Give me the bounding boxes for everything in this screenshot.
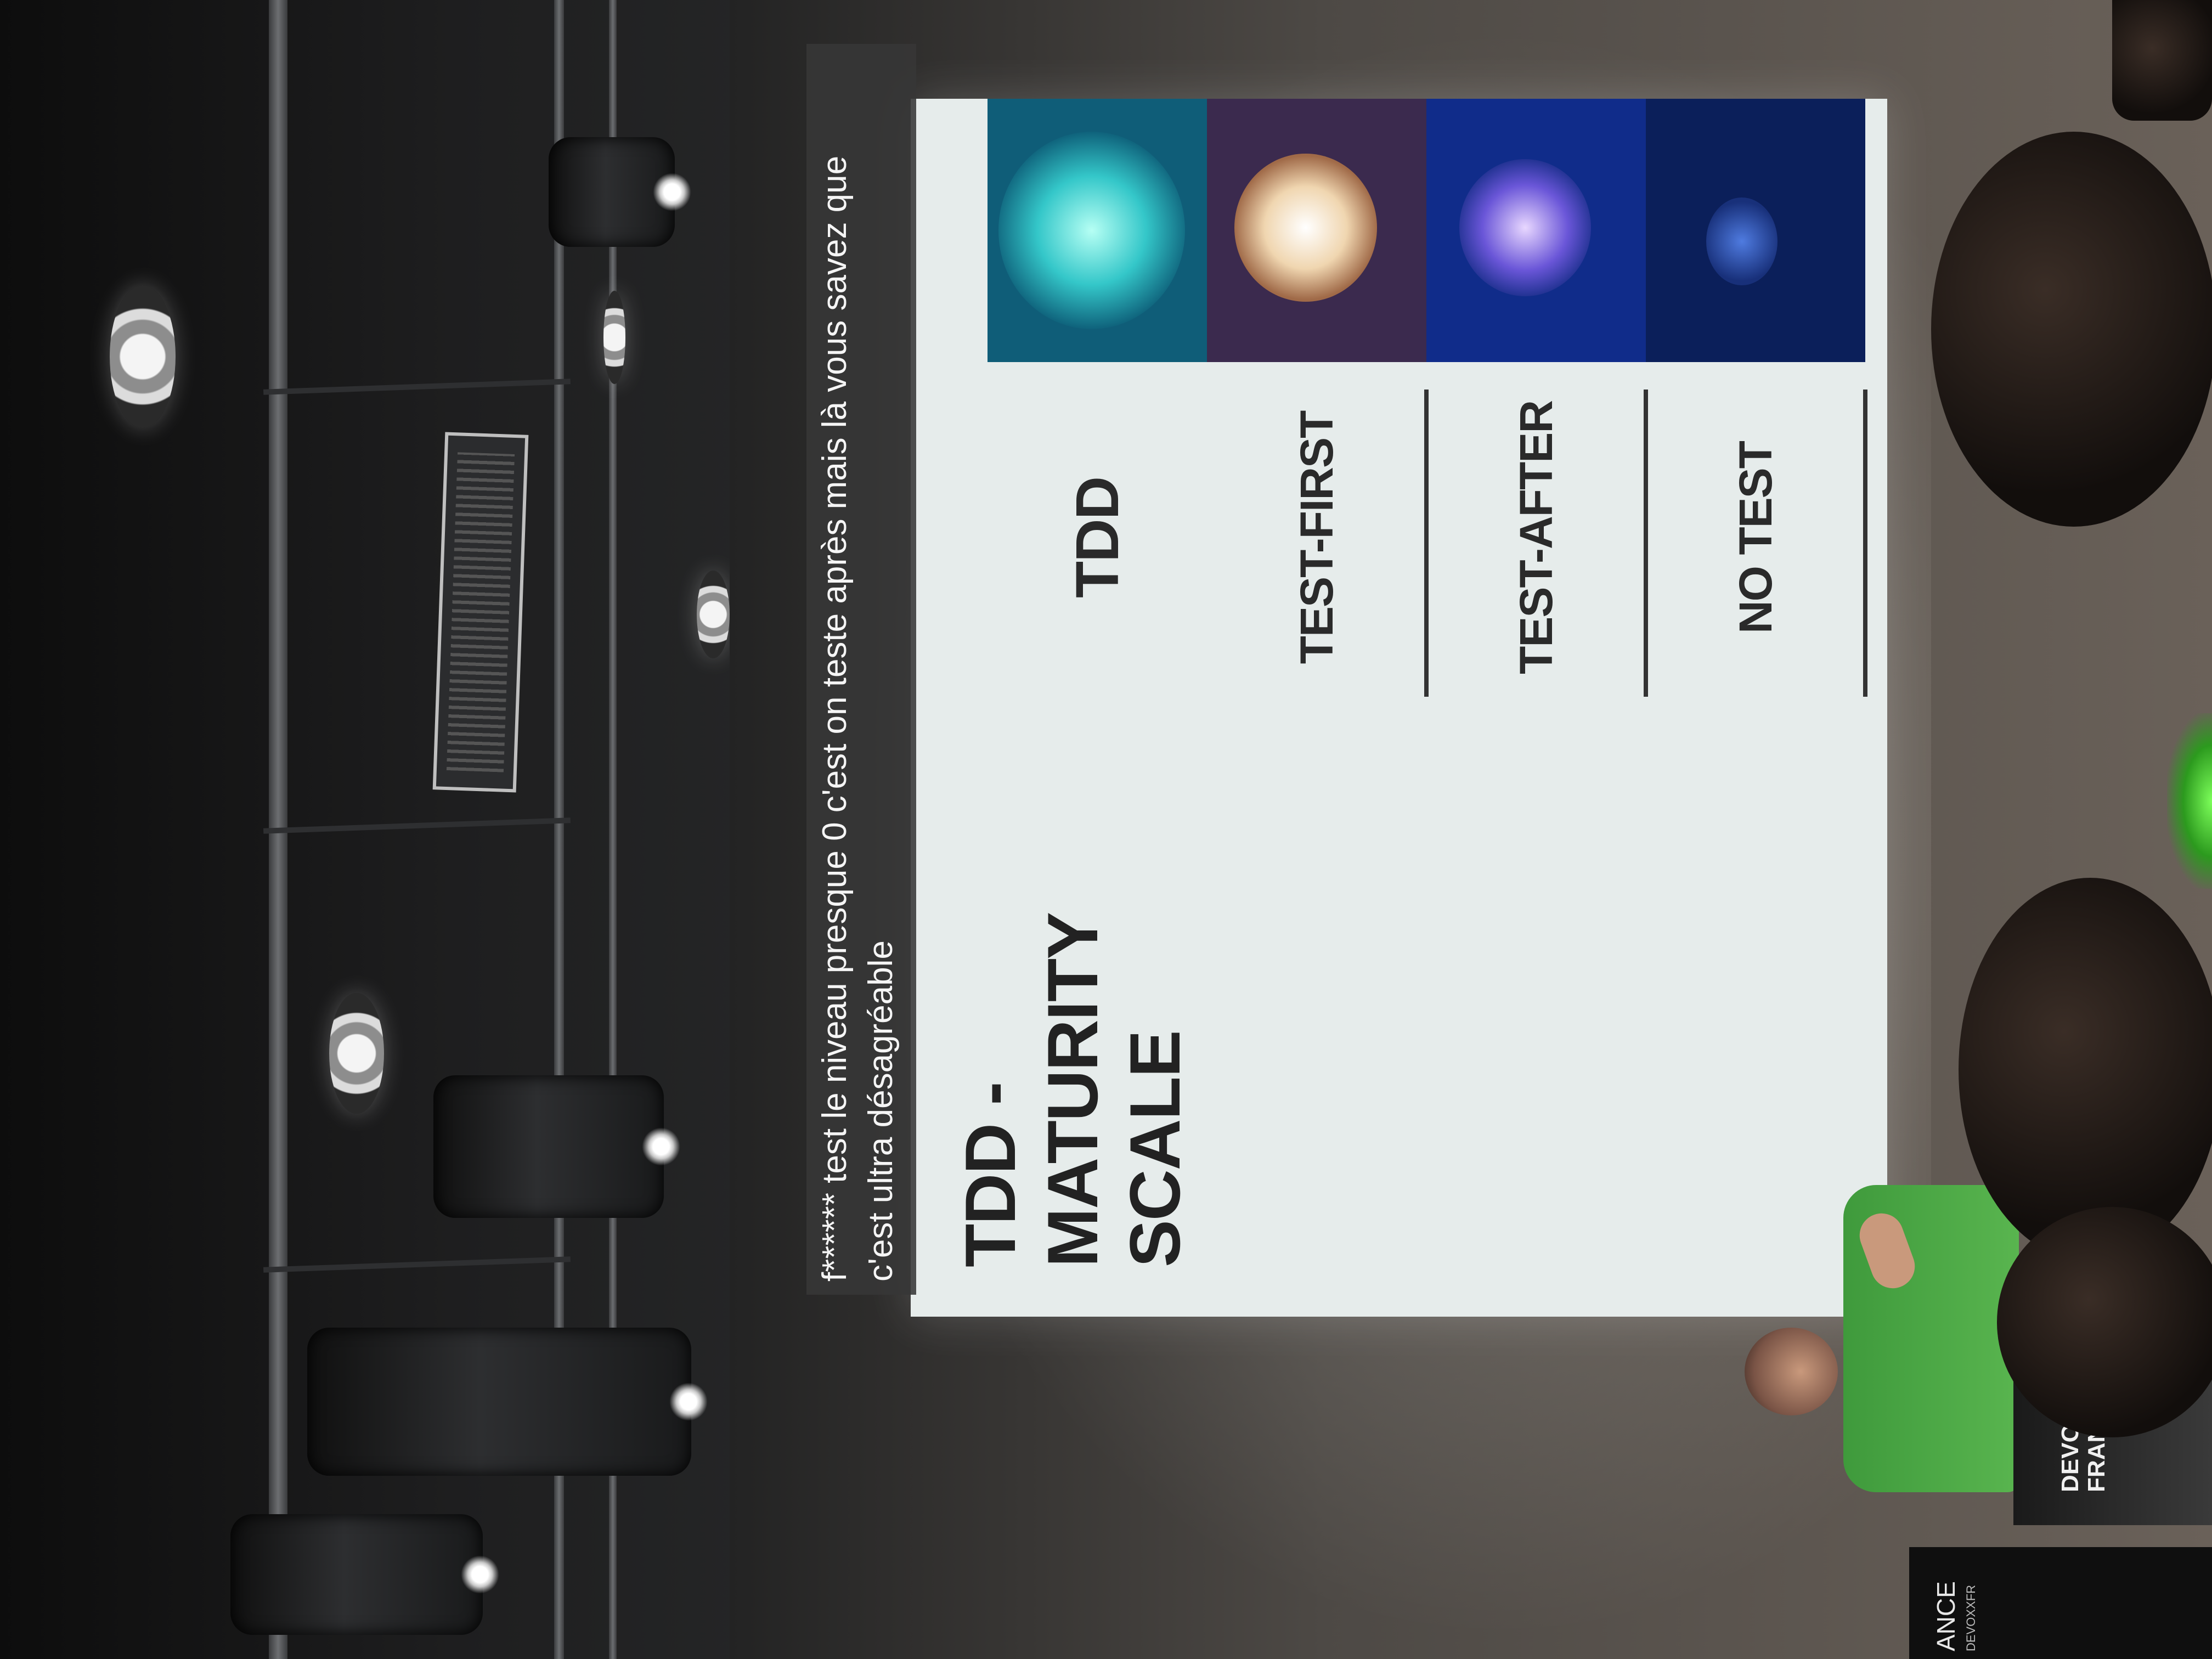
maturity-level-label: TDD bbox=[1063, 477, 1131, 599]
maturity-level: TEST-AFTER bbox=[1426, 99, 1648, 702]
stage-banner: ANCE DEVOXXFR bbox=[1909, 1547, 2212, 1659]
audience-head bbox=[1931, 132, 2212, 527]
speaker-head bbox=[1745, 1328, 1838, 1415]
brain-image-no-test bbox=[1646, 99, 1865, 362]
brain-image-test-first bbox=[1207, 99, 1426, 362]
maturity-level: TEST-FIRST bbox=[1207, 99, 1429, 702]
ceiling-light bbox=[603, 291, 625, 384]
presentation-slide: TDD - MATURITY SCALE NO TEST TEST-AFTER … bbox=[911, 99, 1887, 1317]
level-divider bbox=[1863, 390, 1867, 697]
slide-title: TDD - MATURITY SCALE bbox=[949, 774, 1196, 1267]
ceiling-vent bbox=[432, 432, 529, 793]
maturity-level: NO TEST bbox=[1646, 99, 1867, 702]
maturity-level: TDD bbox=[988, 99, 1207, 702]
slide-title-line: TDD - MATURITY bbox=[950, 913, 1113, 1267]
maturity-level-label: TEST-AFTER bbox=[1510, 401, 1562, 674]
ceiling-light bbox=[329, 993, 384, 1114]
ceiling-light bbox=[110, 285, 176, 428]
banner-text: ANCE bbox=[1932, 1581, 1960, 1651]
subtitle-line: c'est ultra désagréable bbox=[862, 940, 900, 1282]
level-divider bbox=[1644, 390, 1648, 697]
subtitle-line: f****** test le niveau presque 0 c'est o… bbox=[816, 155, 854, 1282]
stage-spotlight bbox=[549, 137, 691, 247]
stage-spotlight bbox=[307, 1328, 708, 1476]
brain-image-tdd bbox=[988, 99, 1207, 362]
maturity-level-label: TEST-FIRST bbox=[1290, 411, 1342, 664]
level-divider bbox=[1424, 390, 1429, 697]
audience-head bbox=[1959, 878, 2212, 1262]
subtitle-caption: f****** test le niveau presque 0 c'est o… bbox=[806, 44, 916, 1295]
maturity-level-label: NO TEST bbox=[1729, 442, 1781, 634]
green-stage-light bbox=[2167, 713, 2212, 889]
stage-spotlight bbox=[230, 1514, 499, 1635]
stage-spotlight bbox=[433, 1075, 680, 1218]
banner-subtext: DEVOXXFR bbox=[1964, 1584, 1978, 1651]
brain-image-test-after bbox=[1426, 99, 1646, 362]
audience-head bbox=[2112, 0, 2212, 121]
ceiling-light bbox=[697, 571, 730, 658]
slide-title-line: SCALE bbox=[1115, 1031, 1195, 1267]
